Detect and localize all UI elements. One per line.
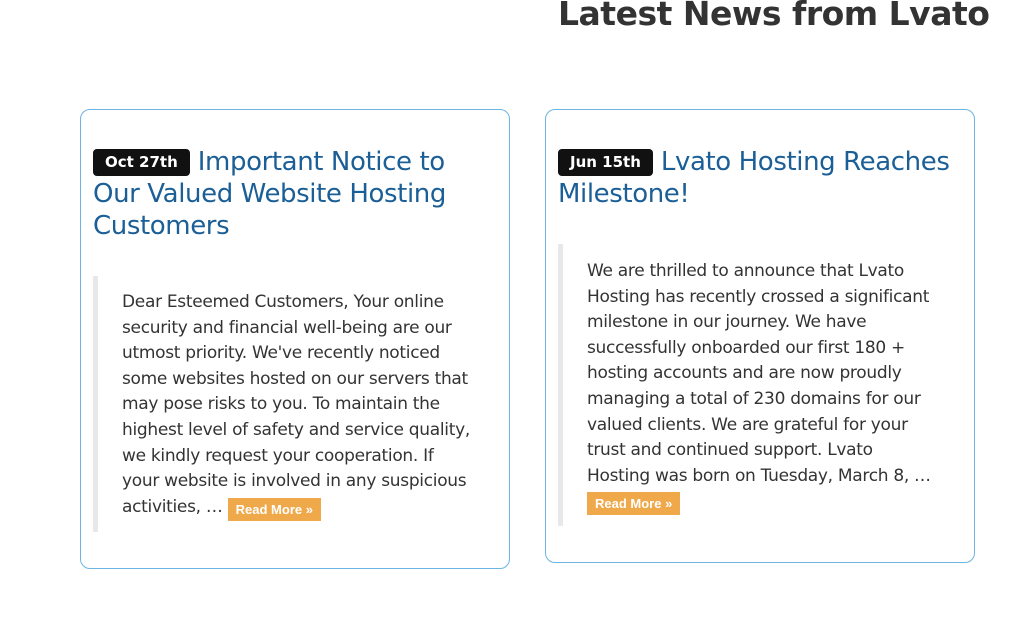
post-heading: Oct 27th Important Notice to Our Valued W… — [93, 146, 488, 242]
post-heading: Jun 15th Lvato Hosting Reaches Milestone! — [558, 146, 953, 210]
post-excerpt: We are thrilled to announce that Lvato H… — [558, 244, 938, 526]
section-title: Latest News from Lvato — [558, 0, 990, 33]
read-more-button[interactable]: Read More » — [587, 492, 681, 516]
post-excerpt: Dear Esteemed Customers, Your online sec… — [93, 276, 473, 532]
news-card: Jun 15th Lvato Hosting Reaches Milestone!… — [545, 109, 975, 563]
read-more-button[interactable]: Read More » — [227, 497, 321, 521]
excerpt-paragraph: Dear Esteemed Customers, Your online sec… — [122, 276, 473, 521]
news-card: Oct 27th Important Notice to Our Valued W… — [80, 109, 510, 569]
excerpt-text: We are thrilled to announce that Lvato H… — [587, 261, 931, 486]
excerpt-paragraph: We are thrilled to announce that Lvato H… — [587, 244, 938, 516]
date-badge: Oct 27th — [93, 149, 190, 176]
excerpt-text: Dear Esteemed Customers, Your online sec… — [122, 292, 470, 517]
date-badge: Jun 15th — [558, 149, 653, 176]
